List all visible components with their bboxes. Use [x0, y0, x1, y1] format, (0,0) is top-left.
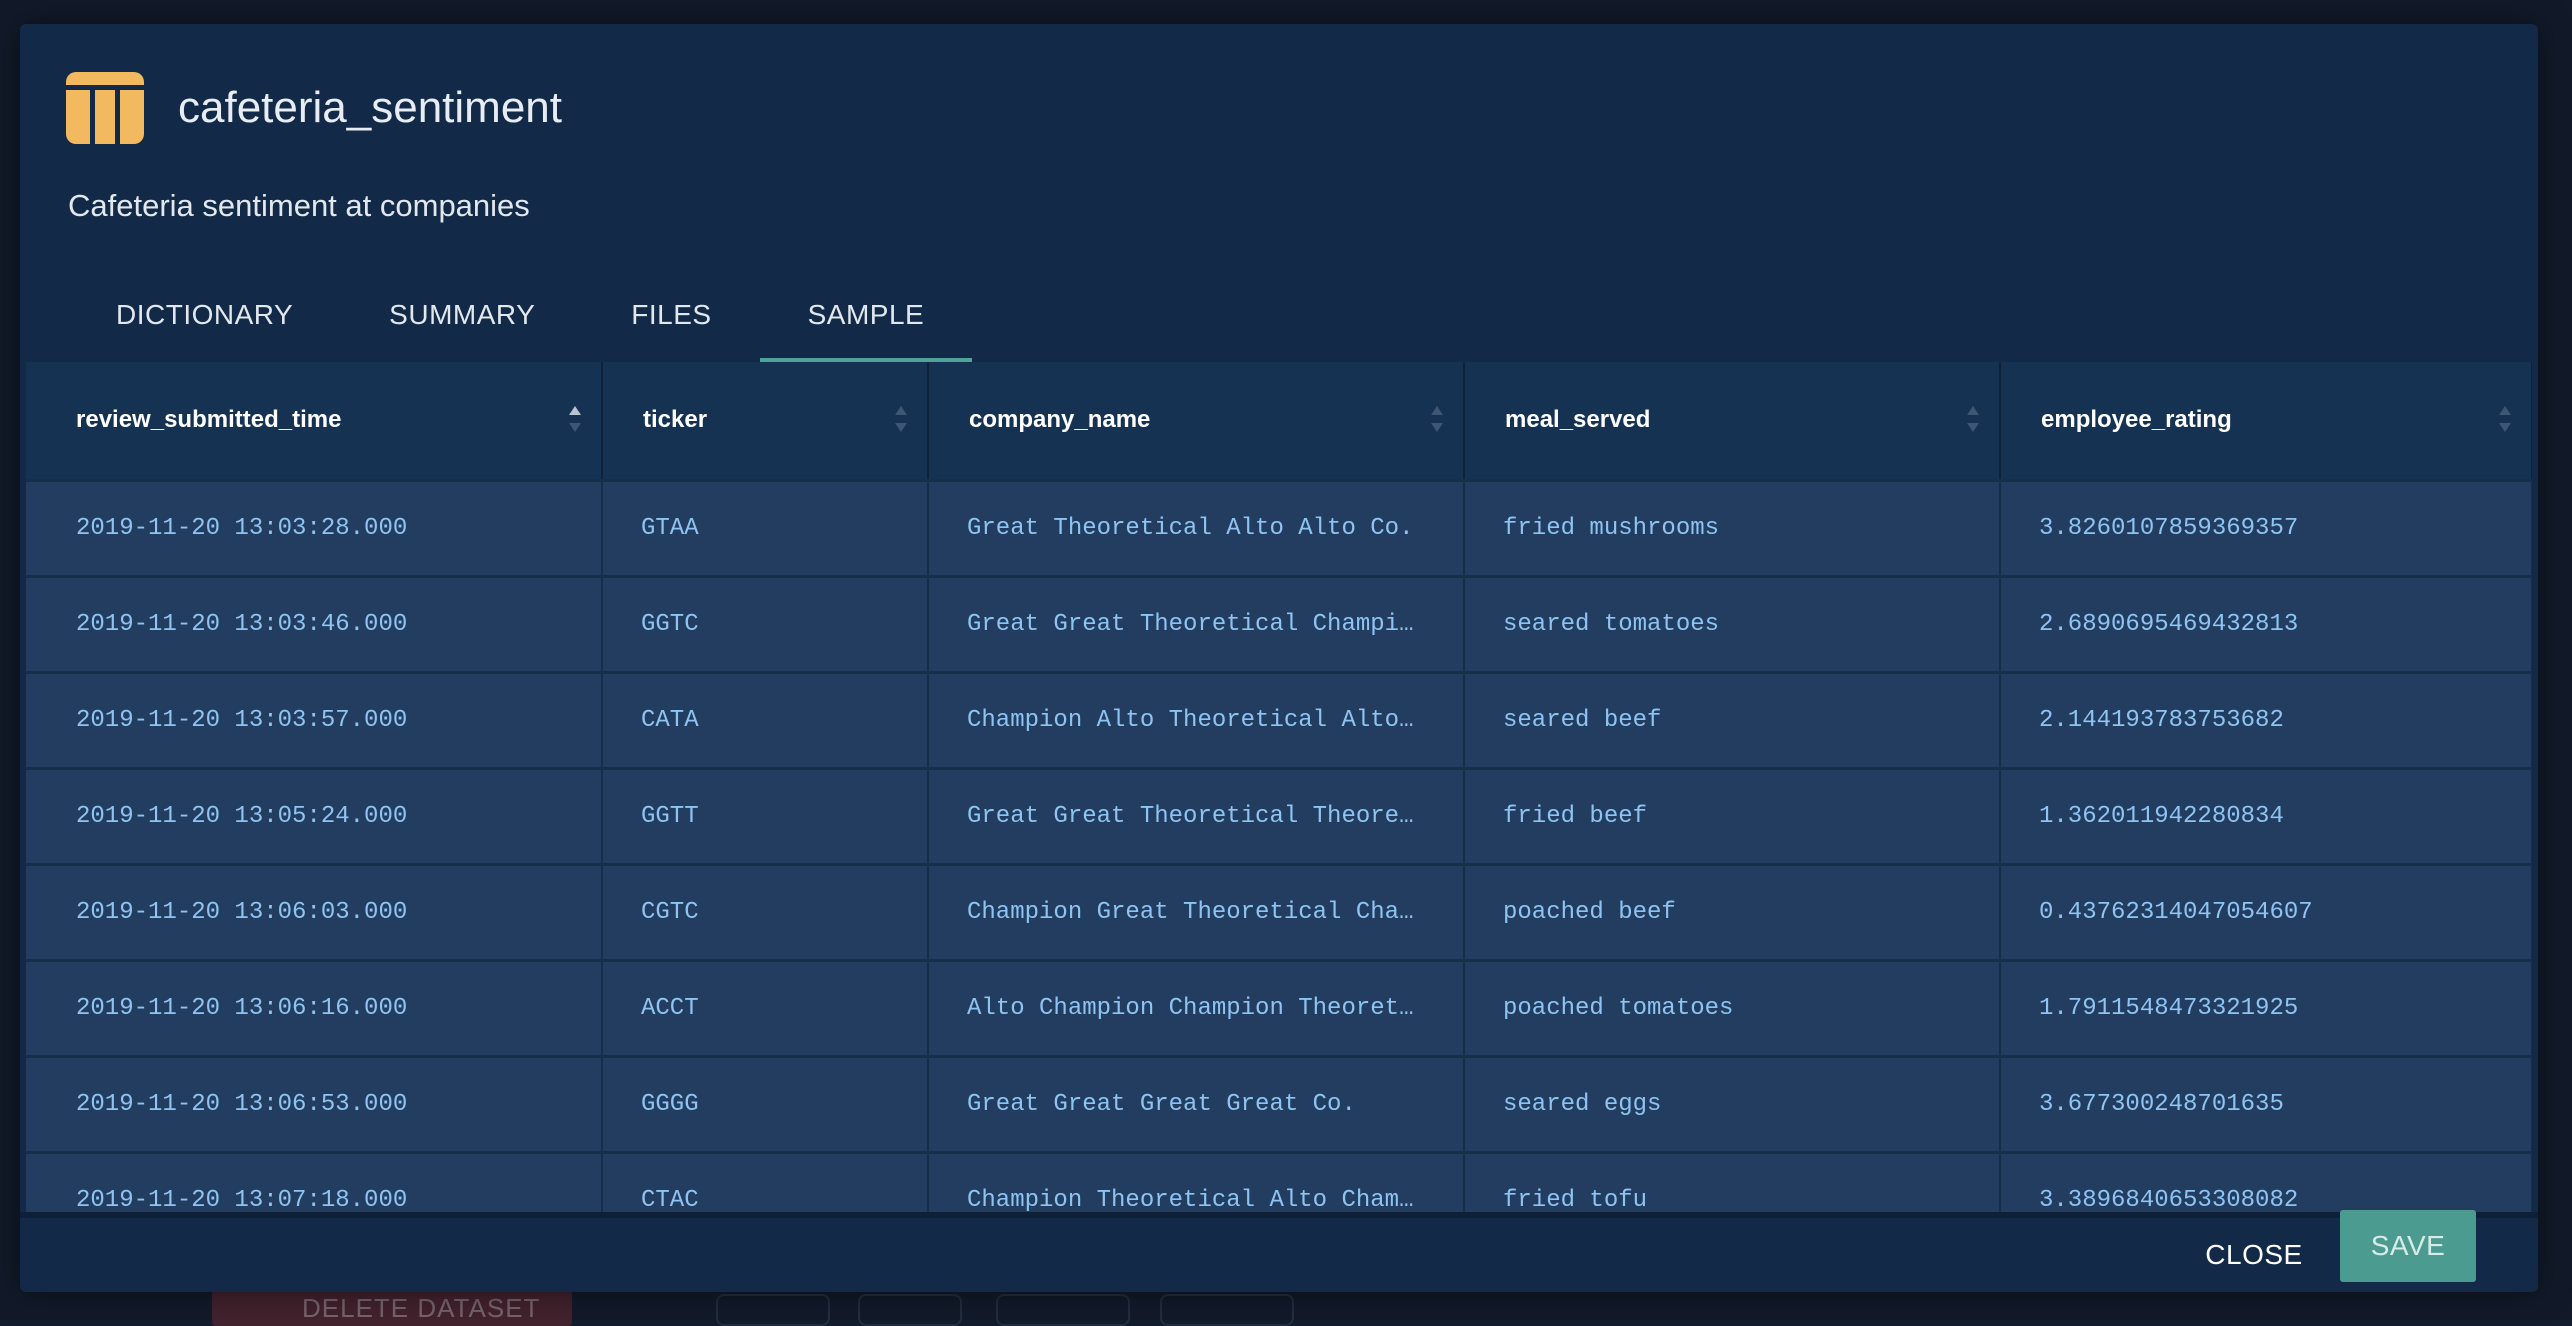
- background-control: [858, 1294, 962, 1326]
- table-cell: 1.362011942280834: [2000, 766, 2532, 864]
- table-cell: Champion Theoretical Alto Cham…: [928, 1150, 1465, 1212]
- table-cell: 2019-11-20 13:06:16.000: [26, 958, 603, 1056]
- table-cell: GGTT: [602, 766, 929, 864]
- table-cell: 2019-11-20 13:03:46.000: [26, 574, 603, 672]
- table-cell: Great Great Theoretical Champi…: [928, 574, 1465, 672]
- table-cell: Great Great Theoretical Theore…: [928, 766, 1465, 864]
- save-button[interactable]: SAVE: [2340, 1210, 2476, 1282]
- column-header-label: meal_served: [1505, 406, 1651, 434]
- sort-ascending-icon[interactable]: [567, 404, 583, 434]
- table-cell: fried mushrooms: [1464, 478, 2001, 576]
- sample-table-container[interactable]: review_submitted_time ticker company_nam…: [26, 362, 2532, 1212]
- table-row: 2019-11-20 13:03:28.000 GTAA Great Theor…: [26, 478, 2532, 576]
- table-icon: [66, 72, 144, 144]
- tab-summary[interactable]: SUMMARY: [341, 280, 583, 362]
- tab-bar: DICTIONARY SUMMARY FILES SAMPLE: [68, 280, 972, 362]
- table-row: 2019-11-20 13:03:57.000 CATA Champion Al…: [26, 670, 2532, 768]
- table-row: 2019-11-20 13:06:53.000 GGGG Great Great…: [26, 1054, 2532, 1152]
- table-cell: GGTC: [602, 574, 929, 672]
- table-cell: Great Theoretical Alto Alto Co.: [928, 478, 1465, 576]
- column-header[interactable]: ticker: [602, 362, 929, 480]
- close-button[interactable]: CLOSE: [2184, 1220, 2324, 1290]
- table-cell: Champion Great Theoretical Cha…: [928, 862, 1465, 960]
- table-cell: 2019-11-20 13:03:57.000: [26, 670, 603, 768]
- table-cell: poached tomatoes: [1464, 958, 2001, 1056]
- sort-icon[interactable]: [893, 404, 909, 434]
- dataset-title: cafeteria_sentiment: [178, 83, 562, 132]
- table-cell: CATA: [602, 670, 929, 768]
- table-cell: seared eggs: [1464, 1054, 2001, 1152]
- dataset-modal: cafeteria_sentiment Cafeteria sentiment …: [20, 24, 2538, 1292]
- table-cell: seared beef: [1464, 670, 2001, 768]
- table-cell: 3.3896840653308082: [2000, 1150, 2532, 1212]
- column-header-label: employee_rating: [2041, 406, 2232, 434]
- table-cell: 2019-11-20 13:06:03.000: [26, 862, 603, 960]
- table-row: 2019-11-20 13:03:46.000 GGTC Great Great…: [26, 574, 2532, 672]
- table-cell: GGGG: [602, 1054, 929, 1152]
- table-row: 2019-11-20 13:06:03.000 CGTC Champion Gr…: [26, 862, 2532, 960]
- table-cell: CGTC: [602, 862, 929, 960]
- table-cell: Champion Alto Theoretical Alto…: [928, 670, 1465, 768]
- table-cell: GTAA: [602, 478, 929, 576]
- tab-dictionary[interactable]: DICTIONARY: [68, 280, 341, 362]
- column-header-label: company_name: [969, 406, 1151, 434]
- table-cell: 2019-11-20 13:05:24.000: [26, 766, 603, 864]
- modal-footer: [20, 1212, 2538, 1292]
- table-cell: 2.6890695469432813: [2000, 574, 2532, 672]
- column-header[interactable]: employee_rating: [2000, 362, 2532, 480]
- sort-icon[interactable]: [1965, 404, 1981, 434]
- table-row: 2019-11-20 13:05:24.000 GGTT Great Great…: [26, 766, 2532, 864]
- table-cell: 2019-11-20 13:03:28.000: [26, 478, 603, 576]
- column-header-label: ticker: [643, 406, 708, 434]
- column-header-label: review_submitted_time: [76, 406, 342, 434]
- table-cell: poached beef: [1464, 862, 2001, 960]
- column-header[interactable]: meal_served: [1464, 362, 2001, 480]
- table-cell: 2019-11-20 13:06:53.000: [26, 1054, 603, 1152]
- table-cell: Great Great Great Great Co.: [928, 1054, 1465, 1152]
- background-control: [716, 1294, 830, 1326]
- table-row: 2019-11-20 13:07:18.000 CTAC Champion Th…: [26, 1150, 2532, 1212]
- background-delete-dataset-button: DELETE DATASET: [212, 1290, 572, 1326]
- background-control: [1160, 1294, 1294, 1326]
- table-row: 2019-11-20 13:06:16.000 ACCT Alto Champi…: [26, 958, 2532, 1056]
- table-cell: CTAC: [602, 1150, 929, 1212]
- table-cell: 2.144193783753682: [2000, 670, 2532, 768]
- table-cell: 3.677300248701635: [2000, 1054, 2532, 1152]
- column-header[interactable]: company_name: [928, 362, 1465, 480]
- tab-files[interactable]: FILES: [583, 280, 759, 362]
- table-cell: fried beef: [1464, 766, 2001, 864]
- column-header[interactable]: review_submitted_time: [26, 362, 603, 480]
- table-cell: Alto Champion Champion Theoret…: [928, 958, 1465, 1056]
- sort-icon[interactable]: [1429, 404, 1445, 434]
- table-cell: seared tomatoes: [1464, 574, 2001, 672]
- dataset-description: Cafeteria sentiment at companies: [68, 188, 530, 223]
- tab-sample[interactable]: SAMPLE: [759, 280, 973, 362]
- table-cell: 0.43762314047054607: [2000, 862, 2532, 960]
- table-cell: 3.8260107859369357: [2000, 478, 2532, 576]
- sort-icon[interactable]: [2497, 404, 2513, 434]
- table-cell: fried tofu: [1464, 1150, 2001, 1212]
- table-cell: ACCT: [602, 958, 929, 1056]
- background-control: [996, 1294, 1130, 1326]
- sample-table: review_submitted_time ticker company_nam…: [26, 362, 2532, 1212]
- table-cell: 1.7911548473321925: [2000, 958, 2532, 1056]
- table-header-row: review_submitted_time ticker company_nam…: [26, 362, 2532, 480]
- table-cell: 2019-11-20 13:07:18.000: [26, 1150, 603, 1212]
